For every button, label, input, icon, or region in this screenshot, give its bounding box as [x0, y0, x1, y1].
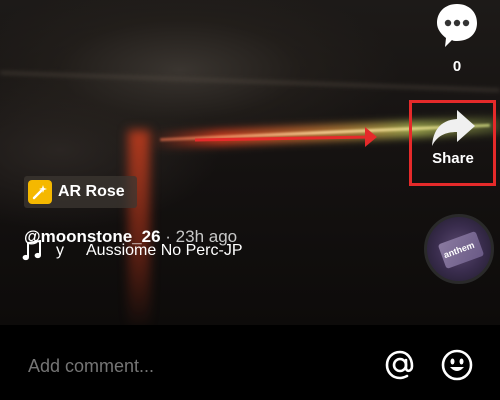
music-note-icon — [22, 240, 41, 261]
share-arrow-icon — [432, 110, 475, 146]
effect-badge[interactable]: AR Rose — [24, 176, 137, 208]
music-disc[interactable]: anthem — [424, 214, 494, 284]
comments-button[interactable]: 0 — [435, 2, 479, 75]
share-button[interactable]: Share — [412, 108, 494, 167]
share-label: Share — [432, 150, 474, 167]
comment-count: 0 — [452, 58, 462, 75]
emoji-button[interactable] — [440, 348, 474, 382]
annotation-arrow — [195, 127, 377, 147]
smiley-icon — [441, 349, 473, 381]
music-title: Aussiome No Perc-JP — [86, 242, 243, 259]
effect-label: AR Rose — [58, 183, 125, 200]
comment-bubble-icon — [437, 4, 477, 47]
wand-sparkle-icon — [28, 180, 52, 204]
mention-button[interactable] — [383, 348, 417, 382]
music-marquee-prefix: y — [56, 242, 64, 259]
at-sign-icon — [385, 350, 414, 380]
comment-input[interactable] — [28, 356, 260, 377]
music-info[interactable]: y Aussiome No Perc-JP — [22, 238, 243, 264]
video-light-line — [0, 71, 500, 92]
